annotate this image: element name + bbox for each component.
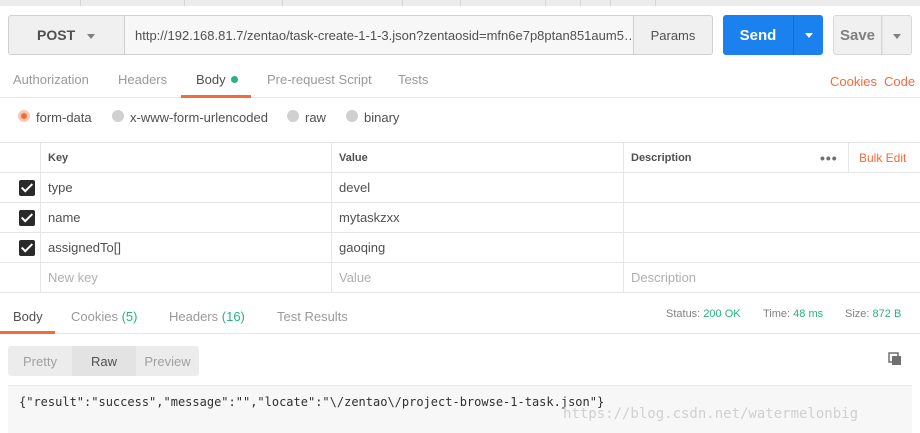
status-label: Status: [666,308,701,320]
response-body: {"result":"success","message":"","locate… [8,385,912,433]
response-tabs: Body Cookies (5) Headers (16) Test Resul… [0,300,920,334]
radio-urlencoded[interactable] [112,110,124,122]
tab-count: (16) [221,309,245,324]
tab-divider [655,0,656,6]
key-cell[interactable]: type [40,173,331,202]
more-options-icon[interactable]: ••• [820,150,838,166]
view-preview-button[interactable]: Preview [136,346,199,376]
radio-label[interactable]: x-www-form-urlencoded [130,110,268,125]
tab-headers[interactable]: Headers [118,72,167,87]
row-enabled-checkbox[interactable] [19,180,35,196]
size-stat: Size: 872 B [845,308,901,320]
tab-divider [545,0,546,6]
tab-pre-request-script[interactable]: Pre-request Script [267,72,372,87]
bulk-edit-button[interactable]: Bulk Edit [848,143,906,172]
time-value: 48 ms [793,308,824,320]
radio-raw[interactable] [287,110,299,122]
response-tab-headers[interactable]: Headers (16) [169,309,245,324]
radio-label[interactable]: binary [364,110,399,125]
tab-divider [580,0,581,6]
url-input[interactable]: http://192.168.81.7/zentao/task-create-1… [125,15,641,55]
radio-binary[interactable] [346,110,358,122]
radio-label[interactable]: form-data [36,110,92,125]
value-cell[interactable]: gaoqing [331,233,623,262]
method-select[interactable]: POST [8,15,125,55]
response-json: {"result":"success","message":"","locate… [19,395,605,409]
radio-label[interactable]: raw [305,110,326,125]
tab-label: Cookies [71,309,118,324]
time-stat: Time: 48 ms [763,308,823,320]
column-header-value: Value [331,143,623,172]
table-header-row: Key Value Description ••• Bulk Edit [0,143,920,173]
tab-body[interactable]: Body [196,72,238,87]
copy-icon[interactable] [888,352,902,366]
new-key-input[interactable]: New key [40,263,331,292]
active-tab-indicator [0,331,55,334]
view-pretty-button[interactable]: Pretty [8,346,72,376]
code-link[interactable]: Code [884,74,915,89]
tab-tests[interactable]: Tests [398,72,428,87]
tab-divider [184,0,185,6]
tab-label: Headers [169,309,219,324]
response-tab-cookies[interactable]: Cookies (5) [71,309,137,324]
tab-divider [460,0,461,6]
row-enabled-checkbox[interactable] [19,210,35,226]
description-cell[interactable] [623,173,920,202]
new-row: New key Value Description [0,263,920,293]
tab-body-label: Body [196,72,226,87]
new-value-input[interactable]: Value [331,263,623,292]
key-cell[interactable]: name [40,203,331,232]
tab-divider [402,0,403,6]
column-header-key: Key [40,143,331,172]
row-enabled-checkbox[interactable] [19,240,35,256]
description-cell[interactable] [623,203,920,232]
new-description-input[interactable]: Description [623,263,920,292]
chevron-down-icon [805,33,813,38]
tab-divider [610,0,611,6]
top-tab-strip [0,0,920,6]
table-row: name mytaskzxx [0,203,920,233]
active-tab-indicator [181,95,251,98]
status-value: 200 OK [703,308,741,320]
value-cell[interactable]: mytaskzxx [331,203,623,232]
send-button[interactable]: Send [723,15,793,55]
save-dropdown-button[interactable] [882,15,912,55]
params-button[interactable]: Params [633,15,713,55]
size-value: 872 B [872,308,902,320]
tab-divider [282,0,283,6]
chevron-down-icon [893,34,901,39]
watermark-text: https://blog.csdn.net/watermelonbig [563,406,859,422]
request-tabs: Authorization Headers Body Pre-request S… [0,64,920,98]
tab-authorization[interactable]: Authorization [13,72,89,87]
cookies-link[interactable]: Cookies [830,74,877,89]
tab-count: (5) [121,309,138,324]
tab-divider [80,0,81,6]
request-bar: POST http://192.168.81.7/zentao/task-cre… [8,15,914,55]
table-row: type devel [0,173,920,203]
response-tab-test-results[interactable]: Test Results [277,309,348,324]
save-button[interactable]: Save [833,15,882,55]
chevron-down-icon [87,34,95,39]
description-cell[interactable] [623,233,920,262]
table-row: assignedTo[] gaoqing [0,233,920,263]
value-cell[interactable]: devel [331,173,623,202]
view-raw-button[interactable]: Raw [72,346,136,376]
radio-form-data[interactable] [18,110,30,122]
status-stat: Status: 200 OK [666,308,741,320]
send-dropdown-button[interactable] [793,15,823,55]
view-mode-toggle: Pretty Raw Preview [8,346,199,376]
body-type-selector: form-data x-www-form-urlencoded raw bina… [0,107,920,129]
status-dot-icon [230,76,238,83]
url-text: http://192.168.81.7/zentao/task-create-1… [135,27,637,43]
method-label: POST [37,27,76,43]
size-label: Size: [845,308,870,320]
column-header-description: Description [623,143,848,172]
form-data-table: Key Value Description ••• Bulk Edit type… [0,142,920,293]
time-label: Time: [763,308,791,320]
key-cell[interactable]: assignedTo[] [40,233,331,262]
response-tab-body[interactable]: Body [13,309,43,324]
